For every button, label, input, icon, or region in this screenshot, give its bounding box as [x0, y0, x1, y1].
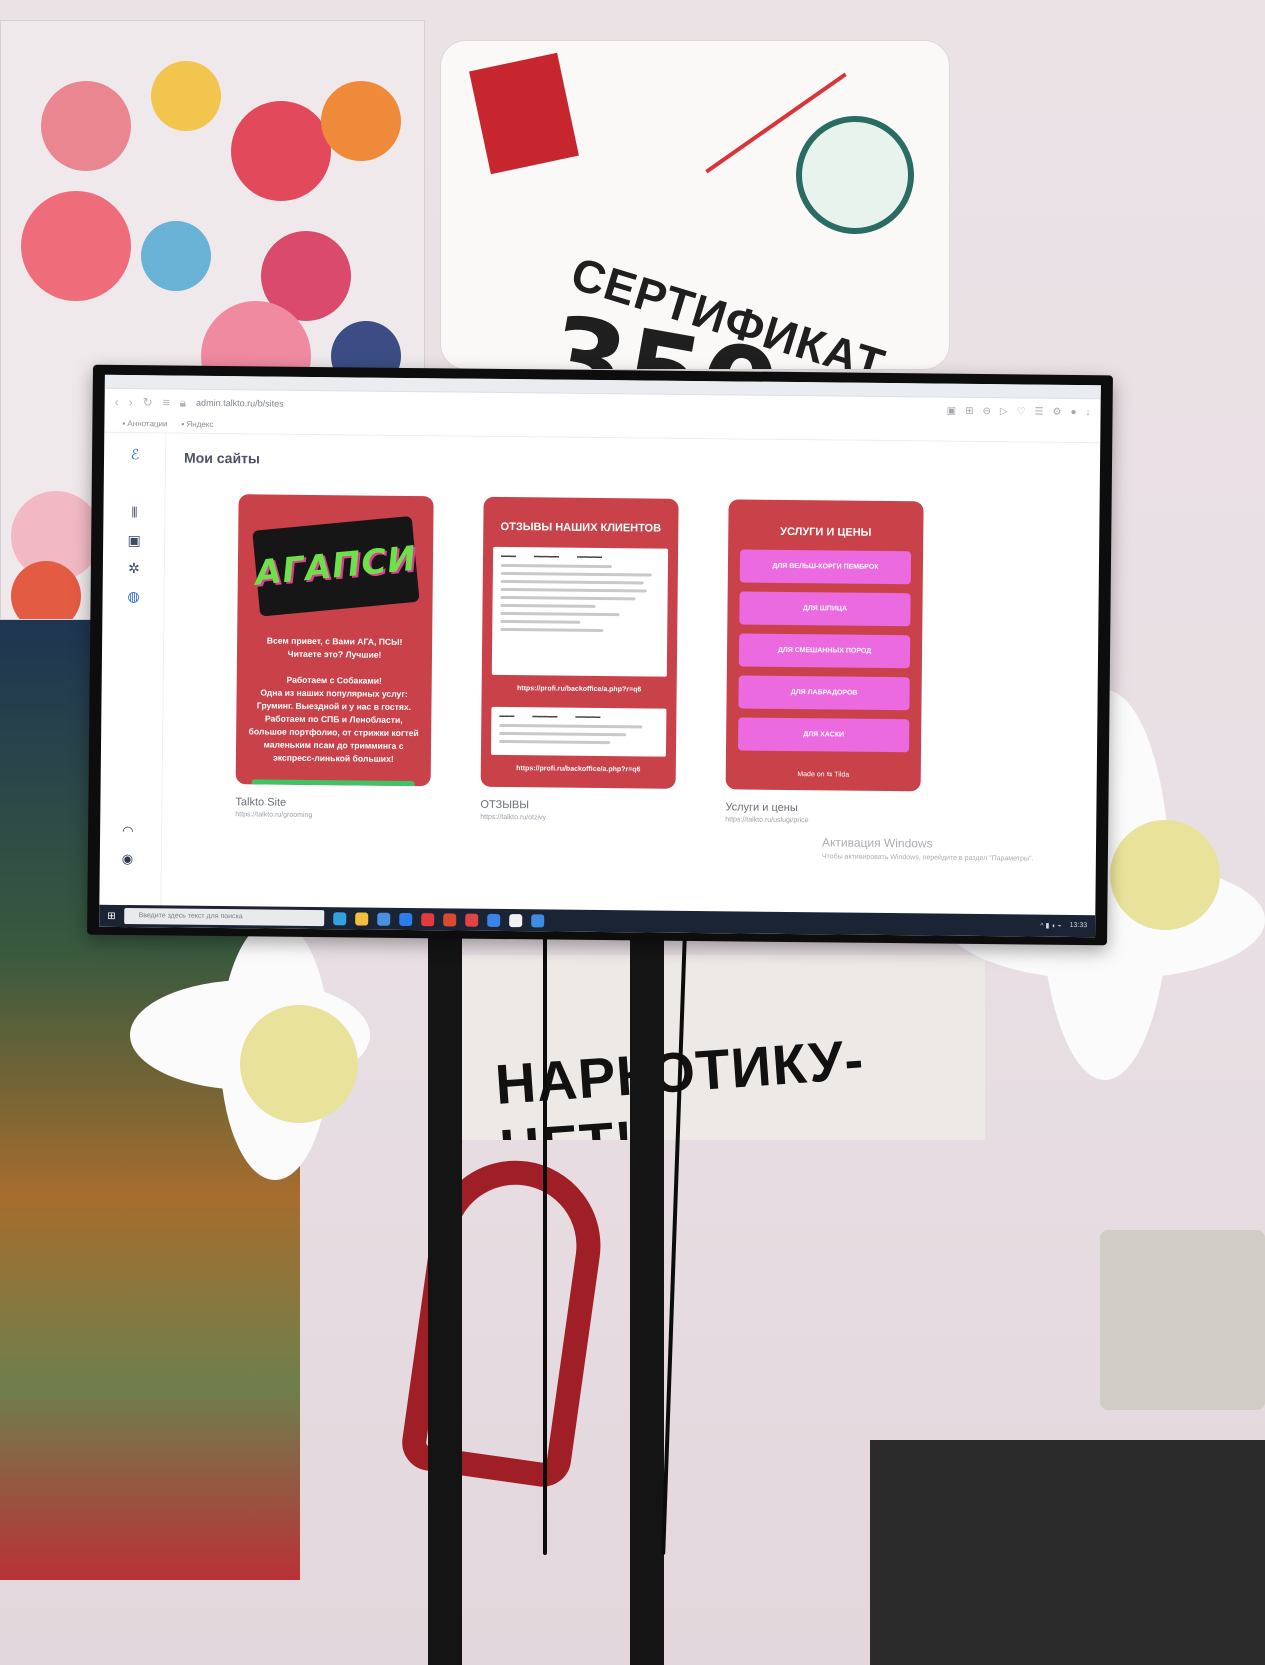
- site-card-grooming[interactable]: АГАПСИ Всем привет, с Вами АГА, ПСЫ! Чит…: [235, 494, 434, 820]
- taskbar-app-icon[interactable]: [465, 913, 479, 927]
- price-button: ДЛЯ ХАСКИ: [738, 717, 910, 753]
- certificate-poster: СЕРТИФИКАТ 350: [440, 40, 950, 370]
- bookmark-item[interactable]: ▪ Яндекс: [181, 420, 213, 429]
- extension-icon[interactable]: ⊞: [965, 405, 974, 416]
- page-title: Мои сайты: [183, 449, 260, 467]
- slogan-text: НАРКОТИКУ-НЕТ!: [493, 1018, 985, 1140]
- graffiti-logo: АГАПСИ: [252, 515, 420, 617]
- prices-heading: УСЛУГИ И ЦЕНЫ: [780, 525, 872, 539]
- site-url[interactable]: https://talkto.ru/otzivy: [480, 814, 675, 823]
- bookmark-item[interactable]: ▪ Аннотации: [122, 419, 167, 428]
- price-button: ДЛЯ ЛАБРАДОРОВ: [738, 675, 910, 711]
- app-logo-icon[interactable]: ℰ: [126, 445, 144, 463]
- settings-icon[interactable]: ✲: [125, 559, 143, 577]
- taskbar-apps: [333, 911, 545, 927]
- menu-icon[interactable]: ≡: [163, 395, 170, 409]
- extension-icon[interactable]: ☰: [1035, 406, 1044, 417]
- taskbar-search[interactable]: Введите здесь текст для поиска: [124, 908, 325, 927]
- system-tray: ^ ▮ ◖ ⌁ 13:33: [1040, 922, 1087, 930]
- site-builder-app: ℰ ⫴ ▣ ✲ ◍ ◠ ◉ Мои сайты АГАПСИ Всем прив…: [99, 432, 1100, 915]
- extension-icon[interactable]: ▣: [947, 405, 957, 416]
- site-url[interactable]: https://talkto.ru/uslugi/price: [725, 816, 920, 825]
- review-source-link: https://profi.ru/backoffice/a.php?r=q6: [516, 765, 641, 774]
- clock[interactable]: 13:33: [1070, 922, 1088, 930]
- review-source-link: https://profi.ru/backoffice/a.php?r=q6: [516, 685, 642, 694]
- screen: ‹ › ↻ ≡ 🔒︎ admin.talkto.ru/b/sites ▣ ⊞ ⊖ ▷ ♡…: [99, 374, 1101, 938]
- preview-button-strip: [251, 779, 415, 787]
- made-on-tilda: Made on ⇆ Tilda: [797, 771, 850, 779]
- account-icon[interactable]: ◉: [122, 851, 134, 867]
- power-cable: [543, 935, 547, 1555]
- taskbar-app-icon[interactable]: [509, 913, 523, 927]
- reload-icon[interactable]: ↻: [143, 395, 153, 409]
- slogan-poster: НАРКОТИКУ-НЕТ!: [445, 955, 985, 1140]
- taskbar-app-icon[interactable]: [333, 911, 347, 925]
- extension-icon[interactable]: ⚙: [1052, 406, 1061, 417]
- extension-icons: ▣ ⊞ ⊖ ▷ ♡ ☰ ⚙ ● ↓: [947, 405, 1091, 418]
- support-icon[interactable]: ◠: [122, 823, 134, 839]
- site-thumbnail[interactable]: ОТЗЫВЫ НАШИХ КЛИЕНТОВ ▬▬▬ ▬▬▬▬▬ ▬▬▬▬▬ ht…: [480, 496, 679, 789]
- taskbar-app-icon[interactable]: [443, 912, 457, 927]
- back-icon[interactable]: ‹: [115, 395, 119, 409]
- grid-icon[interactable]: ▣: [125, 531, 143, 549]
- stand-pole-right: [630, 935, 664, 1665]
- price-button: ДЛЯ ШПИЦА: [739, 591, 911, 627]
- reviews-heading: ОТЗЫВЫ НАШИХ КЛИЕНТОВ: [500, 520, 662, 535]
- windows-activation-watermark: Активация Windows Чтобы активировать Win…: [821, 835, 1034, 863]
- extension-icon[interactable]: ♡: [1017, 406, 1026, 417]
- review-card: ▬▬▬ ▬▬▬▬▬ ▬▬▬▬▬: [490, 706, 667, 757]
- monitor: ‹ › ↻ ≡ 🔒︎ admin.talkto.ru/b/sites ▣ ⊞ ⊖ ▷ ♡…: [87, 364, 1113, 946]
- address-bar[interactable]: admin.talkto.ru/b/sites: [196, 398, 937, 416]
- lock-icon: 🔒︎: [179, 395, 187, 410]
- site-name[interactable]: Talkto Site: [235, 796, 430, 810]
- stats-icon[interactable]: ⫴: [125, 503, 143, 521]
- review-card: ▬▬▬ ▬▬▬▬▬ ▬▬▬▬▬: [491, 546, 669, 677]
- sites-grid: АГАПСИ Всем привет, с Вами АГА, ПСЫ! Чит…: [235, 494, 1089, 843]
- globe-icon[interactable]: ◍: [124, 587, 142, 605]
- tray-icons[interactable]: ^ ▮ ◖ ⌁: [1040, 922, 1062, 930]
- site-preview-text: Всем привет, с Вами АГА, ПСЫ! Читаете эт…: [248, 635, 419, 764]
- taskbar-app-icon[interactable]: [355, 911, 369, 926]
- forward-icon[interactable]: ›: [129, 395, 133, 409]
- side-rail: ℰ ⫴ ▣ ✲ ◍ ◠ ◉: [99, 432, 167, 906]
- taskbar-app-icon[interactable]: [531, 913, 545, 927]
- price-button: ДЛЯ ВЕЛЬШ-КОРГИ ПЕМБРОК: [739, 549, 912, 585]
- certificate-logo: [469, 52, 579, 175]
- grant-seal: [796, 116, 914, 234]
- paper-daisy-center: [240, 1005, 358, 1123]
- extension-icon[interactable]: ●: [1070, 406, 1076, 417]
- stand-pole-left: [428, 935, 462, 1665]
- taskbar-app-icon[interactable]: [377, 912, 391, 926]
- printer: [1100, 1230, 1265, 1410]
- paper-daisy-center: [1110, 820, 1220, 930]
- site-url[interactable]: https://talkto.ru/grooming: [235, 811, 430, 820]
- extension-icon[interactable]: ⊖: [982, 405, 991, 416]
- site-thumbnail[interactable]: АГАПСИ Всем привет, с Вами АГА, ПСЫ! Чит…: [235, 494, 434, 787]
- site-card-reviews[interactable]: ОТЗЫВЫ НАШИХ КЛИЕНТОВ ▬▬▬ ▬▬▬▬▬ ▬▬▬▬▬ ht…: [480, 496, 679, 823]
- desk: [870, 1440, 1265, 1665]
- extension-icon[interactable]: ↓: [1086, 407, 1091, 418]
- taskbar-app-icon[interactable]: [421, 912, 435, 926]
- taskbar-app-icon[interactable]: [487, 913, 501, 927]
- price-button: ДЛЯ СМЕШАННЫХ ПОРОД: [738, 633, 911, 669]
- windows-start-icon[interactable]: ⊞: [107, 910, 116, 921]
- site-thumbnail[interactable]: УСЛУГИ И ЦЕНЫ ДЛЯ ВЕЛЬШ-КОРГИ ПЕМБРОК ДЛ…: [725, 499, 924, 792]
- site-name[interactable]: ОТЗЫВЫ: [480, 799, 675, 813]
- site-name[interactable]: Услуги и цены: [725, 801, 920, 815]
- extension-icon[interactable]: ▷: [1000, 406, 1008, 417]
- site-card-prices[interactable]: УСЛУГИ И ЦЕНЫ ДЛЯ ВЕЛЬШ-КОРГИ ПЕМБРОК ДЛ…: [725, 499, 924, 825]
- taskbar-app-icon[interactable]: [399, 912, 413, 926]
